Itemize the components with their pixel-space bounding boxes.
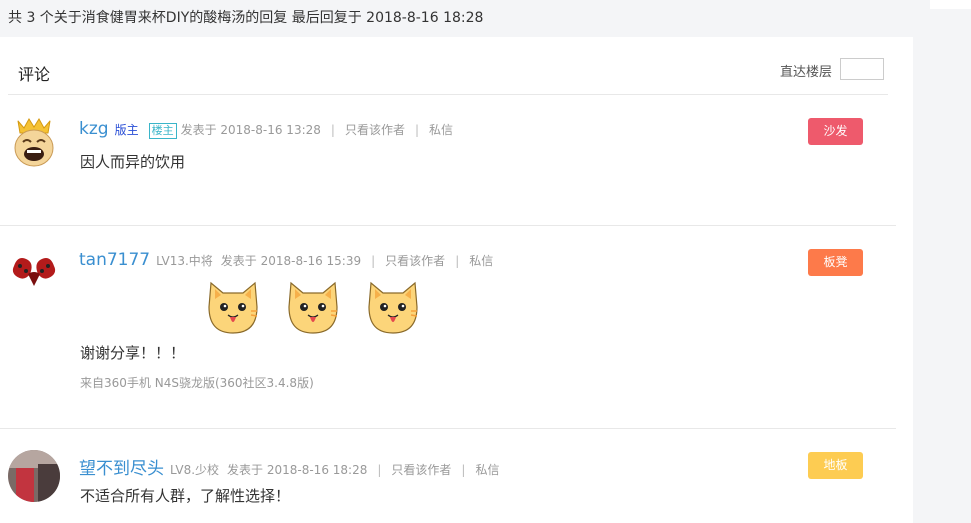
separator: | <box>371 254 376 268</box>
post-content: 谢谢分享！！！ <box>80 344 186 362</box>
jump-to-floor-input[interactable] <box>840 58 884 80</box>
user-level: LV13.中将 <box>156 254 213 268</box>
avatar[interactable] <box>8 115 60 167</box>
comment-post: tan7177 LV13.中将 发表于 2018-8-16 15:39 | 只看… <box>0 226 896 429</box>
floor-badge[interactable]: 沙发 <box>808 118 863 145</box>
comments-header: 评论 直达楼层 <box>8 37 888 95</box>
post-time: 发表于 2018-8-16 18:28 <box>227 463 368 477</box>
post-meta: kzg 版主 楼主 发表于 2018-8-16 13:28 | 只看该作者 | … <box>79 119 453 139</box>
private-message-link[interactable]: 私信 <box>475 461 499 478</box>
cat-emoji-icon <box>208 281 258 334</box>
username-link[interactable]: tan7177 <box>79 250 150 270</box>
avatar[interactable] <box>8 244 60 296</box>
floor-badge[interactable]: 板凳 <box>808 249 863 276</box>
comments-panel: 评论 直达楼层 kzg 版主 楼主 发表于 2018-8-16 13:28 | … <box>0 37 913 523</box>
comment-post: kzg 版主 楼主 发表于 2018-8-16 13:28 | 只看该作者 | … <box>0 95 896 226</box>
side-panel-tab <box>930 0 971 9</box>
separator: | <box>330 123 335 137</box>
jump-to-floor-label: 直达楼层 <box>779 65 832 80</box>
floor-badge[interactable]: 地板 <box>808 452 863 479</box>
post-time: 发表于 2018-8-16 15:39 <box>220 254 362 268</box>
post-time: 发表于 2018-8-16 13:28 <box>180 123 321 137</box>
post-source: 来自360手机 N4S骁龙版(360社区3.4.8版) <box>80 376 314 390</box>
author-only-link[interactable]: 只看该作者 <box>391 461 451 478</box>
cat-emoji-icon <box>288 281 338 334</box>
separator: | <box>461 463 466 477</box>
post-meta: 望不到尽头 LV8.少校 发表于 2018-8-16 18:28 | 只看该作者… <box>79 454 499 479</box>
reply-summary: 共 3 个关于消食健胃来杯DIY的酸梅汤的回复 最后回复于 2018-8-16 … <box>0 0 913 37</box>
post-meta: tan7177 LV13.中将 发表于 2018-8-16 15:39 | 只看… <box>79 250 493 270</box>
user-role: 版主 <box>114 123 139 137</box>
op-badge: 楼主 <box>148 123 177 139</box>
separator: | <box>455 254 460 268</box>
cat-emoji-icon <box>368 281 418 334</box>
username-link[interactable]: kzg <box>79 119 109 139</box>
private-message-link[interactable]: 私信 <box>469 252 493 269</box>
author-only-link[interactable]: 只看该作者 <box>345 121 405 138</box>
avatar-photo-icon <box>8 450 60 502</box>
right-side-panel <box>913 0 971 523</box>
emoji-row <box>203 277 443 337</box>
separator: | <box>414 123 420 137</box>
avatar[interactable] <box>8 450 60 502</box>
comment-post: 望不到尽头 LV8.少校 发表于 2018-8-16 18:28 | 只看该作者… <box>0 429 896 523</box>
separator: | <box>377 463 382 477</box>
avatar-ladybug-hearts-icon <box>8 244 60 296</box>
comments-title: 评论 <box>18 65 51 84</box>
avatar-laughing-face-icon <box>8 115 60 167</box>
private-message-link[interactable]: 私信 <box>429 121 453 138</box>
post-content: 不适合所有人群，了解性选择！ <box>80 487 291 505</box>
post-content: 因人而异的饮用 <box>80 153 186 171</box>
author-only-link[interactable]: 只看该作者 <box>385 252 445 269</box>
username-link[interactable]: 望不到尽头 <box>79 454 164 479</box>
user-level: LV8.少校 <box>170 463 220 477</box>
